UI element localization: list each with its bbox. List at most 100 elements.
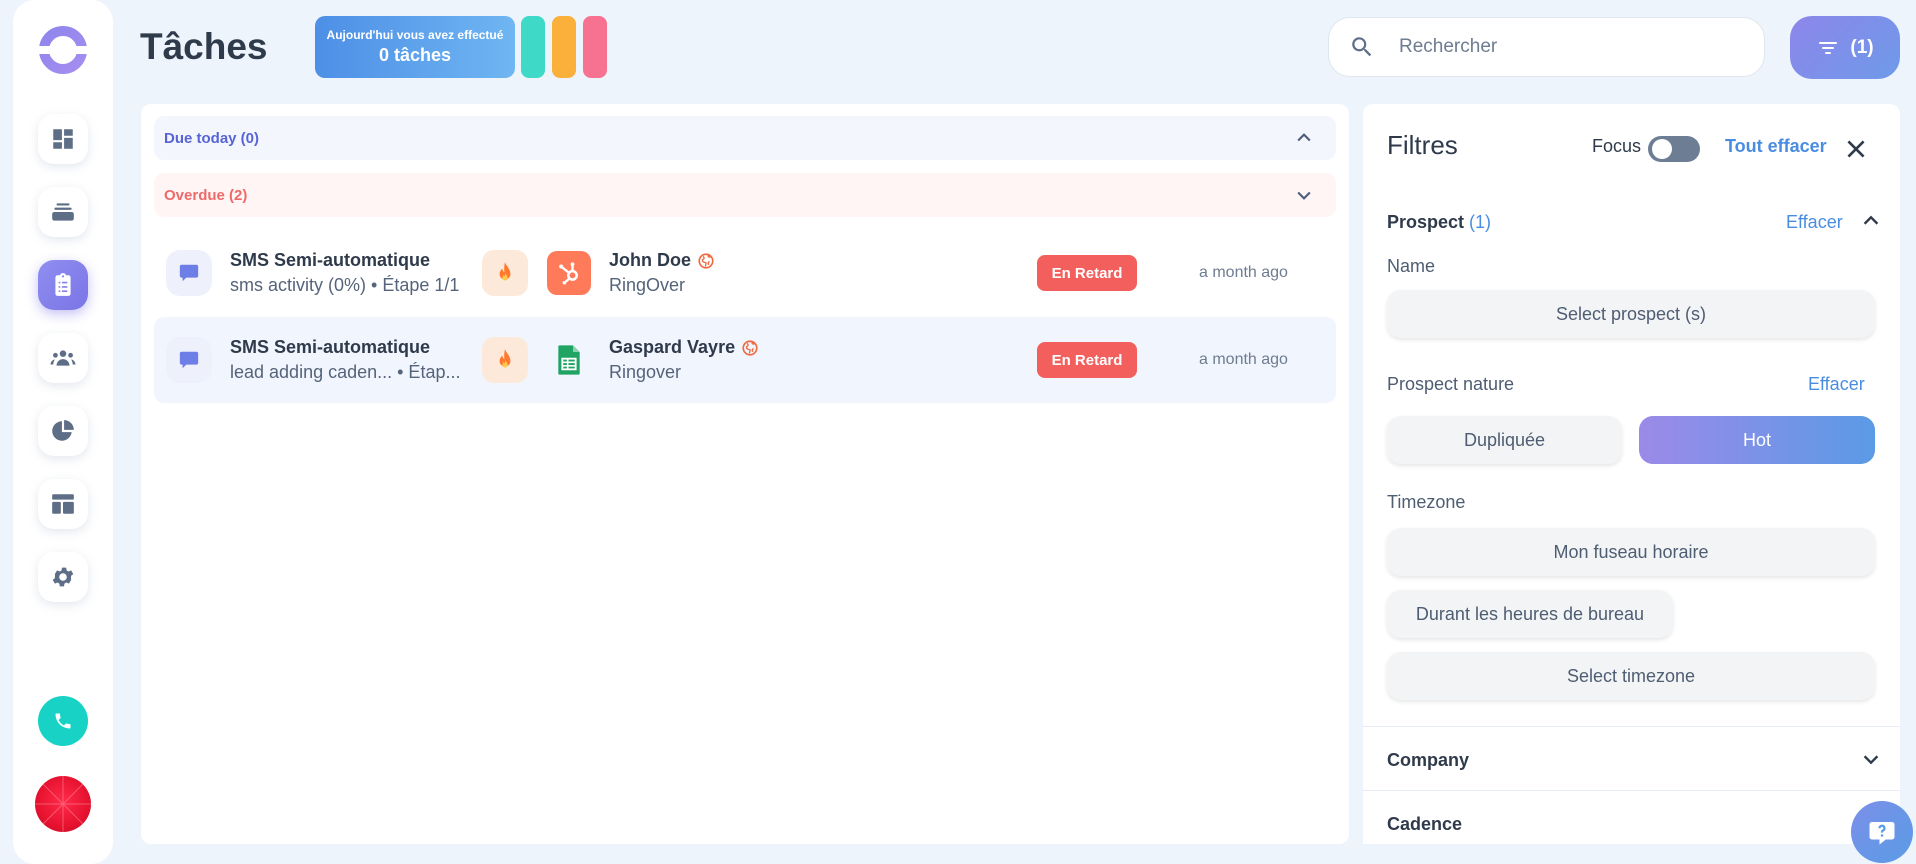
- today-summary-count: 0 tâches: [378, 45, 452, 65]
- clear-all-filters-link[interactable]: Tout effacer: [1725, 136, 1827, 157]
- chevron-up-icon: [1297, 133, 1311, 142]
- chat-bubble-icon: [179, 351, 199, 369]
- task-type-bar-pink[interactable]: [583, 16, 607, 78]
- sidebar-item-settings[interactable]: [38, 552, 88, 602]
- hot-prospect-badge: [482, 337, 528, 383]
- nature-option-hot[interactable]: Hot: [1639, 416, 1875, 464]
- table-row[interactable]: SMS Semi-automatique lead adding caden..…: [154, 317, 1336, 403]
- close-icon: [1847, 140, 1865, 158]
- select-prospect-dropdown[interactable]: Select prospect (s): [1387, 290, 1875, 338]
- task-title: SMS Semi-automatique: [230, 250, 431, 270]
- app-logo[interactable]: [37, 24, 89, 76]
- chevron-down-icon: [1297, 191, 1311, 200]
- status-badge: En Retard: [1037, 255, 1137, 291]
- today-summary-card[interactable]: Aujourd'hui vous avez effectué 0 tâches: [315, 16, 515, 78]
- toggle-knob: [1652, 139, 1672, 159]
- contact-company: Ringover: [609, 362, 682, 382]
- source-hubspot: [547, 251, 591, 295]
- name-label: Name: [1387, 256, 1436, 276]
- contact-name[interactable]: Gaspard Vayre: [609, 337, 735, 358]
- section-prospect-label: Prospect: [1387, 212, 1465, 232]
- task-time: a month ago: [1199, 351, 1288, 368]
- status-badge: En Retard: [1037, 342, 1137, 378]
- filters-panel: Filtres Focus Tout effacer Prospect (1) …: [1363, 104, 1900, 844]
- avatar-pattern: [35, 776, 91, 832]
- layers-icon: [52, 203, 74, 221]
- timezone-label: Timezone: [1387, 492, 1466, 512]
- fire-icon: [499, 262, 511, 281]
- call-button[interactable]: [38, 696, 88, 746]
- timezone-mine-option[interactable]: Mon fuseau horaire: [1387, 528, 1875, 576]
- chevron-down-icon: [1863, 755, 1879, 765]
- chevron-up-icon: [1863, 215, 1879, 225]
- task-type-icon: [166, 337, 212, 383]
- clear-prospect-nature-link[interactable]: Effacer: [1808, 374, 1865, 395]
- expand-company-button[interactable]: [1860, 748, 1882, 770]
- select-timezone-dropdown[interactable]: Select timezone: [1387, 652, 1875, 700]
- clipboard-icon: [55, 273, 71, 296]
- source-google-sheets: [547, 338, 591, 382]
- group-overdue-label: Overdue (2): [164, 186, 248, 204]
- filters-title: Filtres: [1387, 130, 1458, 160]
- timezone-globe-icon: [742, 339, 758, 356]
- task-title: SMS Semi-automatique: [230, 337, 431, 357]
- help-chat-icon: [1869, 822, 1895, 845]
- search-box[interactable]: [1328, 17, 1765, 77]
- sidebar: [13, 0, 113, 864]
- group-due-today[interactable]: Due today (0): [154, 116, 1336, 160]
- people-icon: [50, 350, 76, 366]
- prospect-nature-label: Prospect nature: [1387, 374, 1515, 394]
- timezone-office-hours-option[interactable]: Durant les heures de bureau: [1387, 590, 1673, 638]
- phone-icon: [55, 713, 71, 729]
- task-subtitle: sms activity (0%) • Étape 1/1: [230, 275, 460, 295]
- help-chat-button[interactable]: [1851, 801, 1913, 863]
- page-title: Tâches: [140, 26, 268, 67]
- today-summary-label: Aujourd'hui vous avez effectué: [326, 28, 504, 42]
- layout-icon: [52, 494, 74, 514]
- hot-prospect-badge: [482, 250, 528, 296]
- section-prospect-count: (1): [1469, 212, 1492, 232]
- sidebar-item-templates[interactable]: [38, 479, 88, 529]
- task-time: a month ago: [1199, 264, 1288, 281]
- hubspot-icon: [559, 262, 578, 285]
- table-row[interactable]: SMS Semi-automatique sms activity (0%) •…: [154, 230, 1336, 316]
- filter-count: (1): [1850, 36, 1874, 58]
- divider: [1363, 790, 1900, 791]
- close-filters-button[interactable]: [1843, 136, 1869, 162]
- clear-prospect-link[interactable]: Effacer: [1786, 212, 1843, 233]
- task-subtitle: lead adding caden... • Étap...: [230, 362, 461, 382]
- group-due-today-label: Due today (0): [164, 129, 260, 147]
- search-icon: [1352, 37, 1372, 57]
- task-type-icon: [166, 250, 212, 296]
- sidebar-item-people[interactable]: [38, 333, 88, 383]
- dashboard-icon: [53, 129, 73, 149]
- contact-company: RingOver: [609, 275, 686, 295]
- google-sheets-icon: [558, 345, 580, 375]
- divider: [1363, 726, 1900, 727]
- filter-icon: [1819, 41, 1838, 54]
- contact-name[interactable]: John Doe: [609, 250, 691, 271]
- focus-label: Focus: [1592, 136, 1642, 156]
- focus-toggle[interactable]: [1648, 136, 1700, 162]
- nature-option-duplicated[interactable]: Dupliquée: [1387, 416, 1622, 464]
- chat-bubble-icon: [179, 264, 199, 282]
- collapse-prospect-button[interactable]: [1860, 210, 1882, 232]
- search-input[interactable]: [1399, 36, 1739, 58]
- pie-chart-icon: [52, 420, 74, 441]
- task-type-bar-orange[interactable]: [552, 16, 576, 78]
- fire-icon: [499, 349, 511, 368]
- timezone-globe-icon: [698, 252, 714, 269]
- avatar[interactable]: [35, 776, 91, 832]
- task-type-bar-teal[interactable]: [521, 16, 545, 78]
- sidebar-item-stats[interactable]: [38, 406, 88, 456]
- sidebar-item-tasks[interactable]: [38, 260, 88, 310]
- section-prospect-header[interactable]: Prospect (1): [1387, 212, 1491, 233]
- filter-toggle-button[interactable]: (1): [1790, 16, 1900, 79]
- section-cadence-header[interactable]: Cadence: [1387, 814, 1462, 835]
- sidebar-item-cadences[interactable]: [38, 187, 88, 237]
- section-company-header[interactable]: Company: [1387, 750, 1469, 771]
- sidebar-item-dashboard[interactable]: [38, 114, 88, 164]
- task-list-panel: Due today (0) Overdue (2) SMS Semi-autom…: [141, 104, 1349, 844]
- group-overdue[interactable]: Overdue (2): [154, 173, 1336, 217]
- gear-icon: [52, 567, 74, 587]
